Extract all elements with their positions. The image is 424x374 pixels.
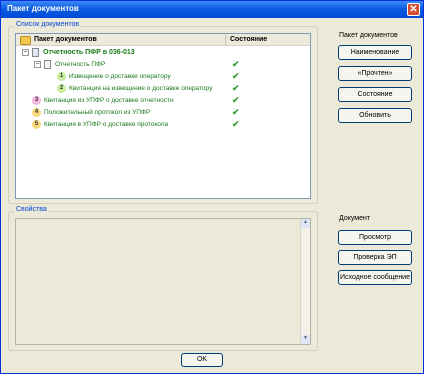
ok-button[interactable]: OK (181, 353, 223, 367)
original-message-button[interactable]: Исходное сообщение (338, 270, 412, 285)
column-header-name[interactable]: Пакет документов (34, 36, 97, 43)
collapse-icon[interactable]: − (22, 49, 29, 56)
tree-row-label: Положительный протокол из УПФР (44, 109, 151, 116)
status-check-icon: ✔ (232, 119, 240, 129)
tree-row-label: Квитанция на извещение о доставке операт… (69, 85, 213, 92)
properties-panel[interactable]: ▲ ▼ (15, 218, 311, 345)
collapse-icon[interactable]: − (34, 61, 41, 68)
preview-button[interactable]: Просмотр (338, 230, 412, 245)
tree-row[interactable]: − Отчетность ПФР ✔ (16, 59, 310, 71)
column-header-status[interactable]: Состояние (230, 36, 267, 43)
scroll-down-icon[interactable]: ▼ (301, 335, 310, 344)
tree-row[interactable]: − Отчетность ПФР в 036-013 (16, 47, 310, 59)
refresh-button[interactable]: Обновить (338, 108, 412, 123)
step-badge-icon: 3 (32, 96, 41, 105)
tree-row[interactable]: 2 Квитанция на извещение о доставке опер… (16, 83, 310, 95)
document-icon (44, 60, 51, 69)
tree-row-label: Извещение о доставке оператору (69, 73, 171, 80)
column-divider[interactable] (225, 35, 226, 45)
tree-row[interactable]: 5 Квитанция в УПФР о доставке протокола … (16, 119, 310, 131)
tree-row-label: Квитанция из УПФР о доставке отчетности (44, 97, 174, 104)
verify-signature-button[interactable]: Проверка ЭП (338, 250, 412, 265)
tree-row-label: Отчетность ПФР (55, 61, 106, 68)
tree-header: Пакет документов Состояние (16, 34, 310, 46)
status-check-icon: ✔ (232, 71, 240, 81)
name-button[interactable]: Наименование (338, 45, 412, 60)
tree-row-label: Квитанция в УПФР о доставке протокола (44, 121, 169, 128)
read-button[interactable]: «Прочтен» (338, 66, 412, 81)
scroll-up-icon[interactable]: ▲ (301, 219, 310, 228)
status-check-icon: ✔ (232, 83, 240, 93)
status-button[interactable]: Состояние (338, 87, 412, 102)
step-badge-icon: 1 (57, 72, 66, 81)
close-button[interactable]: ✕ (407, 3, 420, 16)
report-icon (32, 48, 39, 57)
step-badge-icon: 2 (57, 84, 66, 93)
document-panel-label: Документ (339, 215, 371, 222)
step-badge-icon: 4 (32, 108, 41, 117)
title-bar[interactable]: Пакет документов ✕ (1, 1, 423, 18)
step-badge-icon: 5 (32, 120, 41, 129)
tree-row-label: Отчетность ПФР в 036-013 (43, 49, 135, 56)
documents-tree[interactable]: Пакет документов Состояние − Отчетность … (15, 33, 311, 199)
status-check-icon: ✔ (232, 107, 240, 117)
properties-scrollbar[interactable]: ▲ ▼ (300, 219, 310, 344)
documents-group-label: Список документов (14, 21, 82, 28)
tree-row[interactable]: 1 Извещение о доставке оператору ✔ (16, 71, 310, 83)
tree-row[interactable]: 3 Квитанция из УПФР о доставке отчетност… (16, 95, 310, 107)
tree-row[interactable]: 4 Положительный протокол из УПФР ✔ (16, 107, 310, 119)
status-check-icon: ✔ (232, 59, 240, 69)
package-panel-label: Пакет документов (339, 32, 398, 39)
properties-group-label: Свойства (14, 206, 49, 213)
package-icon (20, 36, 31, 45)
status-check-icon: ✔ (232, 95, 240, 105)
window-title: Пакет документов (7, 4, 79, 13)
dialog-window: Пакет документов ✕ Список документов Пак… (0, 0, 424, 374)
